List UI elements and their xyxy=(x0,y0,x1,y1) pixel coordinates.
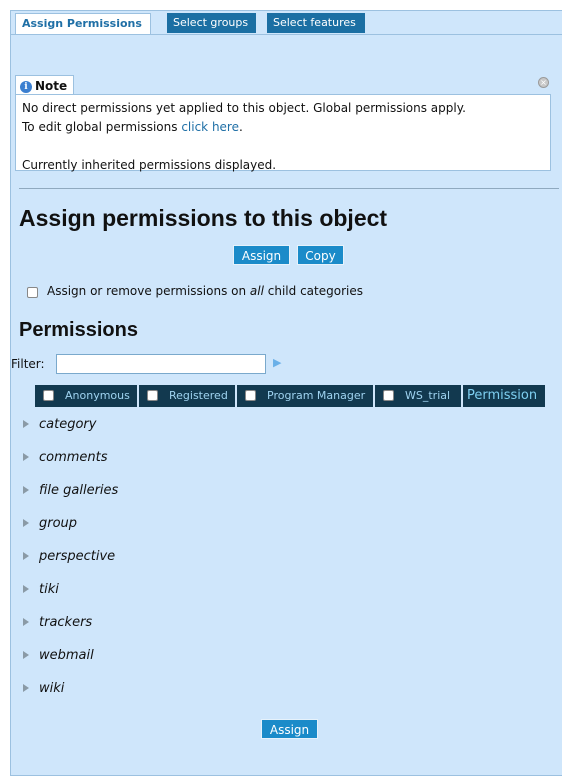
tab-divider xyxy=(11,34,562,35)
note-line-3: Currently inherited permissions displaye… xyxy=(22,158,277,172)
tree-item-label: category xyxy=(39,417,97,432)
registered-checkbox[interactable] xyxy=(147,390,158,401)
note-line-2-text: To edit global permissions xyxy=(22,120,182,134)
tree-item-perspective[interactable]: perspective xyxy=(23,549,115,564)
note-title: Note xyxy=(35,79,68,93)
column-ws-trial: WS_trial xyxy=(375,385,461,407)
program-manager-checkbox[interactable] xyxy=(245,390,256,401)
child-categories-label: Assign or remove permissions on all chil… xyxy=(47,284,363,298)
filter-label: Filter: xyxy=(11,357,45,371)
tree-item-label: webmail xyxy=(39,648,94,663)
assign-heading: Assign permissions to this object xyxy=(19,205,388,231)
tree-item-comments[interactable]: comments xyxy=(23,450,108,465)
column-permission: Permission xyxy=(463,385,545,407)
tree-item-label: wiki xyxy=(39,681,65,696)
global-permissions-link[interactable]: click here xyxy=(181,120,239,134)
note-line-1: No direct permissions yet applied to thi… xyxy=(22,101,466,115)
registered-label: Registered xyxy=(169,389,228,402)
note-line-2-end: . xyxy=(238,120,243,134)
tree-item-label: tiki xyxy=(39,582,59,597)
column-program-manager: Program Manager xyxy=(237,385,373,407)
column-registered: Registered xyxy=(139,385,235,407)
tree-item-category[interactable]: category xyxy=(23,417,96,432)
note-spacer xyxy=(22,137,544,156)
tree-item-trackers[interactable]: trackers xyxy=(23,615,92,630)
assign-bottom-button[interactable]: Assign xyxy=(261,719,318,739)
expand-icon xyxy=(23,518,29,527)
expand-icon xyxy=(23,584,29,593)
anonymous-label: Anonymous xyxy=(65,389,130,402)
child-categories-checkbox[interactable] xyxy=(27,287,38,298)
ws-trial-label: WS_trial xyxy=(405,389,451,402)
note-line-2: To edit global permissions click here. xyxy=(22,118,544,137)
expand-icon xyxy=(23,617,29,626)
expand-icon xyxy=(23,551,29,560)
tab-assign-permissions[interactable]: Assign Permissions xyxy=(15,13,151,35)
tree-item-label: group xyxy=(39,516,78,531)
tree-item-webmail[interactable]: webmail xyxy=(23,648,94,663)
anonymous-checkbox[interactable] xyxy=(43,390,54,401)
child-categories-suffix: child categories xyxy=(263,284,363,298)
expand-icon xyxy=(23,650,29,659)
tree-item-wiki[interactable]: wiki xyxy=(23,681,64,696)
note-header: i Note xyxy=(15,75,75,95)
permissions-heading: Permissions xyxy=(19,319,138,341)
tree-item-label: file galleries xyxy=(39,483,119,498)
tree-item-label: perspective xyxy=(39,549,116,564)
close-icon[interactable]: × xyxy=(538,77,549,88)
child-categories-text: Assign or remove permissions on xyxy=(47,284,250,298)
assign-button[interactable]: Assign xyxy=(233,245,290,265)
note-box: i Note × No direct permissions yet applie… xyxy=(15,65,553,172)
filter-input[interactable] xyxy=(56,354,266,374)
copy-button[interactable]: Copy xyxy=(297,245,344,265)
tree-item-group[interactable]: group xyxy=(23,516,77,531)
tree-item-tiki[interactable]: tiki xyxy=(23,582,59,597)
divider xyxy=(19,188,559,189)
expand-icon xyxy=(23,485,29,494)
tab-select-groups[interactable]: Select groups xyxy=(167,13,256,33)
tree-item-file-galleries[interactable]: file galleries xyxy=(23,483,118,498)
info-icon: i xyxy=(20,80,32,93)
expand-icon xyxy=(23,452,29,461)
filter-go-icon[interactable]: ▶ xyxy=(273,356,281,369)
expand-icon xyxy=(23,683,29,692)
column-anonymous: Anonymous xyxy=(35,385,137,407)
tree-item-label: comments xyxy=(39,450,108,465)
tree-item-label: trackers xyxy=(39,615,93,630)
tab-select-features[interactable]: Select features xyxy=(267,13,365,33)
child-categories-emphasis: all xyxy=(249,284,264,298)
program-manager-label: Program Manager xyxy=(267,389,366,402)
expand-icon xyxy=(23,419,29,428)
permissions-panel: Assign Permissions Select groups Select … xyxy=(10,10,562,776)
ws-trial-checkbox[interactable] xyxy=(383,390,394,401)
note-body: No direct permissions yet applied to thi… xyxy=(15,94,551,172)
